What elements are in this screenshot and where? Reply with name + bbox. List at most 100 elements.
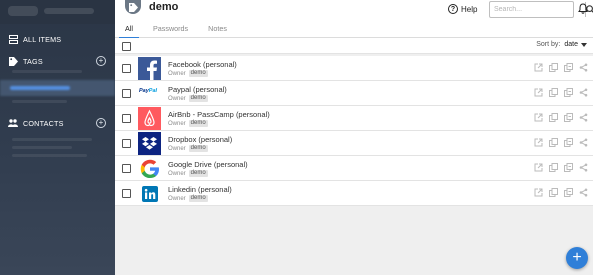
copy-username-icon[interactable] [549, 88, 558, 97]
copy-password-icon[interactable] [564, 188, 573, 197]
row-actions [534, 138, 588, 147]
top-bar: demo All Passwords Notes ? Help [115, 0, 593, 39]
tag-icon [125, 0, 141, 14]
sidebar-item-tags[interactable]: TAGS + [0, 52, 115, 70]
sort-dropdown[interactable]: Sort by: date [536, 41, 587, 48]
sidebar-blurred-line [12, 138, 92, 141]
item-name: AirBnb - PassCamp (personal) [168, 110, 270, 119]
search-box [489, 1, 593, 18]
sidebar-selected-tag-blurred[interactable] [0, 80, 115, 96]
add-contact-icon[interactable]: + [96, 118, 106, 128]
row-actions [534, 63, 588, 72]
open-link-icon[interactable] [534, 163, 543, 172]
sidebar-item-all-items[interactable]: ALL ITEMS [0, 30, 115, 48]
row-checkbox[interactable] [122, 64, 131, 73]
item-meta: Owner demo [168, 120, 208, 127]
open-link-icon[interactable] [534, 88, 543, 97]
sidebar-item-contacts[interactable]: CONTACTS + [0, 114, 115, 132]
sidebar-blurred-line [12, 100, 67, 103]
tab-passwords[interactable]: Passwords [143, 22, 198, 38]
select-all-checkbox[interactable] [122, 42, 131, 51]
owner-badge: demo [188, 95, 208, 102]
list-header: Sort by: date [115, 38, 593, 54]
row-actions [534, 188, 588, 197]
share-icon[interactable] [579, 113, 588, 122]
sidebar: ALL ITEMS TAGS + CONTACTS + [0, 0, 115, 275]
item-meta: Owner demo [168, 195, 208, 202]
airbnb-logo-icon [138, 107, 161, 130]
copy-username-icon[interactable] [549, 138, 558, 147]
list-item[interactable]: Google Drive (personal) Owner demo [115, 156, 593, 181]
item-name: Dropbox (personal) [168, 135, 233, 144]
add-tag-icon[interactable]: + [96, 56, 106, 66]
list-item[interactable]: Dropbox (personal) Owner demo [115, 131, 593, 156]
item-name: Paypal (personal) [168, 85, 227, 94]
copy-password-icon[interactable] [564, 138, 573, 147]
owner-label: Owner [168, 195, 186, 202]
tab-bar: All Passwords Notes [115, 22, 237, 39]
share-icon[interactable] [579, 88, 588, 97]
bell-icon [578, 3, 588, 14]
search-input[interactable] [490, 2, 585, 17]
item-name: Facebook (personal) [168, 60, 237, 69]
open-link-icon[interactable] [534, 188, 543, 197]
owner-label: Owner [168, 170, 186, 177]
list-item[interactable]: Linkedin (personal) Owner demo [115, 181, 593, 206]
tab-notes[interactable]: Notes [198, 22, 237, 38]
row-actions [534, 88, 588, 97]
copy-password-icon[interactable] [564, 88, 573, 97]
row-checkbox[interactable] [122, 114, 131, 123]
copy-username-icon[interactable] [549, 113, 558, 122]
item-name: Google Drive (personal) [168, 160, 248, 169]
item-meta: Owner demo [168, 95, 208, 102]
list-icon [8, 34, 18, 44]
tab-all[interactable]: All [115, 22, 143, 39]
copy-password-icon[interactable] [564, 63, 573, 72]
row-actions [534, 113, 588, 122]
share-icon[interactable] [579, 138, 588, 147]
row-actions [534, 163, 588, 172]
share-icon[interactable] [579, 63, 588, 72]
copy-username-icon[interactable] [549, 163, 558, 172]
share-icon[interactable] [579, 163, 588, 172]
copy-username-icon[interactable] [549, 63, 558, 72]
row-checkbox[interactable] [122, 139, 131, 148]
help-label: Help [461, 4, 478, 14]
help-button[interactable]: ? Help [448, 4, 477, 14]
sidebar-item-label: CONTACTS [23, 118, 64, 128]
people-icon [8, 118, 18, 128]
notifications-button[interactable] [578, 3, 588, 16]
tag-icon [8, 56, 18, 66]
open-link-icon[interactable] [534, 113, 543, 122]
row-checkbox[interactable] [122, 164, 131, 173]
owner-badge: demo [188, 120, 208, 127]
open-link-icon[interactable] [534, 138, 543, 147]
owner-label: Owner [168, 70, 186, 77]
owner-badge: demo [188, 170, 208, 177]
sidebar-blurred-line [12, 70, 82, 73]
item-meta: Owner demo [168, 70, 208, 77]
sidebar-header-blurred [0, 0, 115, 24]
facebook-logo-icon [138, 57, 161, 80]
copy-password-icon[interactable] [564, 113, 573, 122]
owner-badge: demo [188, 145, 208, 152]
main-panel: demo All Passwords Notes ? Help Sort by:… [115, 0, 593, 275]
list-item[interactable]: Facebook (personal) Owner demo [115, 56, 593, 81]
sort-label: Sort by: [536, 41, 561, 48]
sidebar-blurred-line [12, 146, 72, 149]
open-link-icon[interactable] [534, 63, 543, 72]
page-title: demo [149, 1, 179, 13]
copy-password-icon[interactable] [564, 163, 573, 172]
list-item[interactable]: PayPal Paypal (personal) Owner demo [115, 81, 593, 106]
sidebar-item-label: ALL ITEMS [23, 34, 62, 44]
owner-badge: demo [188, 70, 208, 77]
copy-username-icon[interactable] [549, 188, 558, 197]
share-icon[interactable] [579, 188, 588, 197]
row-checkbox[interactable] [122, 189, 131, 198]
row-checkbox[interactable] [122, 89, 131, 98]
item-meta: Owner demo [168, 170, 208, 177]
list-item[interactable]: AirBnb - PassCamp (personal) Owner demo [115, 106, 593, 131]
item-meta: Owner demo [168, 145, 208, 152]
add-item-button[interactable]: + [566, 247, 588, 269]
help-icon: ? [448, 4, 458, 14]
